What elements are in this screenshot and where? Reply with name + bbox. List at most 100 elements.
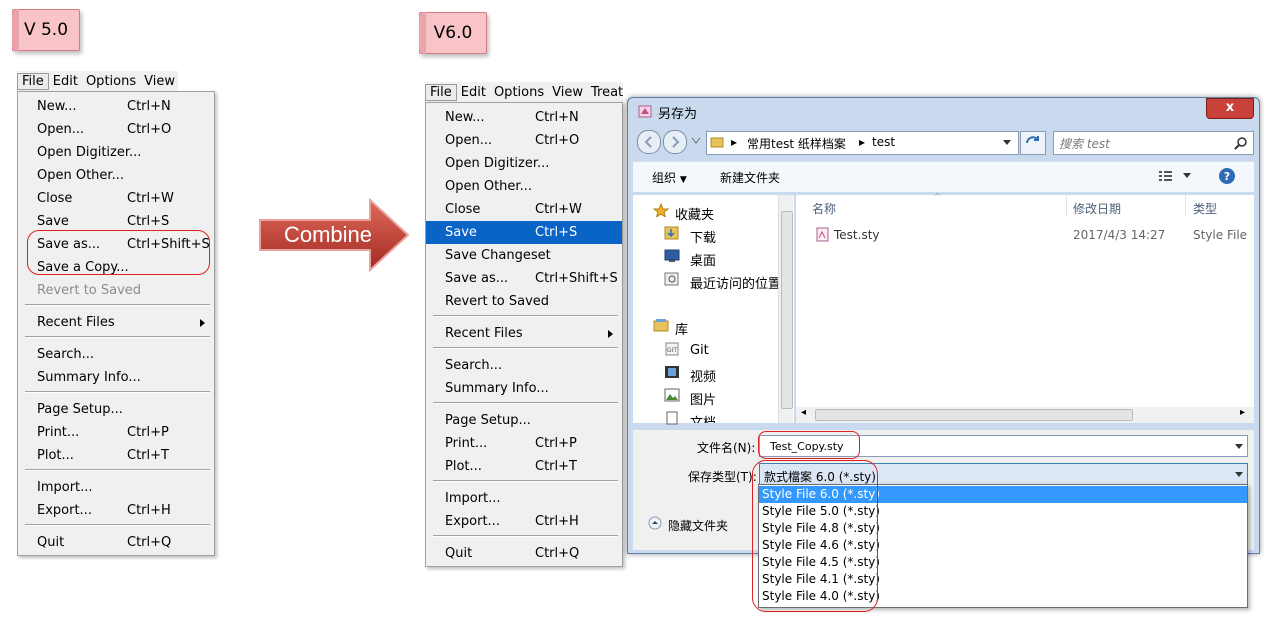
help-icon[interactable]: ? [1218,167,1236,185]
nav-libraries[interactable]: 库 [675,319,688,338]
file-name: Test.sty [834,228,880,242]
search-icon[interactable] [1233,135,1249,151]
back-button[interactable] [637,130,661,154]
v5-menu-item-print[interactable]: Print... Ctrl+P [18,421,214,444]
back-arrow-icon [644,136,652,148]
v6-menu-item-print[interactable]: Print... Ctrl+P [426,432,622,455]
view-dropdown-icon[interactable] [1182,172,1192,180]
v6-menu-item-page-setup[interactable]: Page Setup... [426,409,622,432]
v5-menu-item-shortcut: Ctrl+H [127,503,171,518]
refresh-button[interactable] [1020,131,1046,155]
v5-menu-item-quit[interactable]: Quit Ctrl+Q [18,531,214,554]
v6-menu-item-open[interactable]: Open... Ctrl+O [426,129,622,152]
v5-menu-options[interactable]: Options [82,74,140,89]
breadcrumb-segment-2[interactable]: test [872,135,895,149]
v5-menu-item-search[interactable]: Search... [18,343,214,366]
v6-menu-item-open-other[interactable]: Open Other... [426,175,622,198]
nav-scrollbar-thumb[interactable] [781,211,793,409]
v5-menu-item-shortcut: Ctrl+P [127,425,169,440]
scroll-left-icon[interactable]: ◂ [801,407,806,418]
v6-menu-item-quit[interactable]: Quit Ctrl+Q [426,542,622,565]
v5-menu-view[interactable]: View [140,74,179,89]
v5-menu-item-close[interactable]: Close Ctrl+W [18,187,214,210]
history-dropdown-icon[interactable] [691,137,701,145]
v5-menu-item-shortcut: Ctrl+Q [127,535,172,550]
v6-menu-item-revert-to-saved[interactable]: Revert to Saved [426,290,622,313]
v5-menu-file[interactable]: File [17,72,49,90]
v6-menu-treatment[interactable]: Treatr [587,85,623,100]
v6-menu-item-recent-files[interactable]: Recent Files [426,322,622,345]
v5-menu-item-open[interactable]: Open... Ctrl+O [18,118,214,141]
v6-menu-item-save[interactable]: Save Ctrl+S [426,221,622,244]
address-bar[interactable]: ▸ 常用test 纸样档案 ▸ test [706,131,1019,155]
filename-dropdown-icon[interactable] [1234,443,1244,451]
v5-menu-item-export[interactable]: Export... Ctrl+H [18,499,214,522]
nav-downloads[interactable]: 下载 [690,227,716,246]
breadcrumb-segment-1[interactable]: 常用test 纸样档案 [747,135,846,152]
v5-menu-edit[interactable]: Edit [49,74,82,89]
column-type[interactable]: 类型 [1193,200,1217,217]
nav-videos[interactable]: 视频 [690,366,716,385]
v5-menu-item-plot[interactable]: Plot... Ctrl+T [18,444,214,467]
scroll-right-icon[interactable]: ▸ [1240,407,1245,418]
v5-menu-item-shortcut: Ctrl+S [127,214,170,229]
desktop-icon [664,249,680,262]
v5-menu-item-summary-info[interactable]: Summary Info... [18,366,214,389]
sort-ascending-icon: ^ [934,192,941,201]
v6-menu-view[interactable]: View [548,85,587,100]
v5-menu-item-label: Open Other... [37,168,124,183]
organize-button[interactable]: 组织 ▼ [652,169,687,186]
new-folder-button[interactable]: 新建文件夹 [720,169,780,186]
v6-menu-file[interactable]: File [425,83,457,101]
nav-desktop[interactable]: 桌面 [690,250,716,269]
v6-menu-item-label: Recent Files [445,326,523,341]
app-icon [638,105,652,118]
file-row[interactable]: Test.sty 2017/4/3 14:27 Style File [806,223,1247,245]
v6-menu-item-save-changeset[interactable]: Save Changeset [426,244,622,267]
v5-menu-item-label: Recent Files [37,315,115,330]
hide-folders-button[interactable]: 隐藏文件夹 [668,517,728,534]
v5-menu-item-open-digitizer[interactable]: Open Digitizer... [18,141,214,164]
v5-menu-item-new[interactable]: New... Ctrl+N [18,95,214,118]
v5-menu-item-label: Search... [37,347,95,362]
v6-menu-item-close[interactable]: Close Ctrl+W [426,198,622,221]
v6-menu-item-label: Plot... [445,459,482,474]
close-button[interactable]: x [1206,98,1254,119]
v5-menu-item-shortcut: Ctrl+N [127,99,171,114]
nav-git[interactable]: Git [690,343,709,358]
search-input[interactable]: 搜索 test [1053,131,1254,155]
nav-favorites[interactable]: 收藏夹 [675,204,714,223]
v6-menu-item-shortcut: Ctrl+W [535,202,582,217]
collapse-up-icon[interactable] [648,516,662,530]
savetype-dropdown-icon[interactable] [1234,471,1244,479]
v6-menu-item-label: Search... [445,358,503,373]
v6-menu-item-new[interactable]: New... Ctrl+N [426,106,622,129]
column-date[interactable]: 修改日期 [1073,200,1121,217]
v5-menu-item-import[interactable]: Import... [18,476,214,499]
v5-menu-item-revert-to-saved[interactable]: Revert to Saved [18,279,214,302]
v6-menu-item-search[interactable]: Search... [426,354,622,377]
h-scrollbar-thumb[interactable] [815,409,1133,421]
v6-menu-item-save-as[interactable]: Save as... Ctrl+Shift+S [426,267,622,290]
v6-menu-item-plot[interactable]: Plot... Ctrl+T [426,455,622,478]
column-name[interactable]: 名称 [812,200,836,217]
nav-scrollbar[interactable] [778,195,793,423]
nav-recent[interactable]: 最近访问的位置 [690,273,781,292]
v5-menu-item-page-setup[interactable]: Page Setup... [18,398,214,421]
v6-menu-item-label: Close [445,202,481,217]
v5-menu-item-open-other[interactable]: Open Other... [18,164,214,187]
v5-menu-item-recent-files[interactable]: Recent Files [18,311,214,334]
v6-menu-options[interactable]: Options [490,85,548,100]
v6-menu-edit[interactable]: Edit [457,85,490,100]
nav-documents[interactable]: 文档 [690,412,716,423]
h-scrollbar[interactable]: ◂ ▸ [796,407,1254,423]
v6-menu-item-summary-info[interactable]: Summary Info... [426,377,622,400]
nav-pictures[interactable]: 图片 [690,389,716,408]
address-dropdown-icon[interactable] [1002,139,1012,147]
v6-menu-item-import[interactable]: Import... [426,487,622,510]
forward-button[interactable] [663,130,687,154]
v6-menu-item-open-digitizer[interactable]: Open Digitizer... [426,152,622,175]
v6-menu-item-label: New... [445,110,485,125]
v6-menu-item-export[interactable]: Export... Ctrl+H [426,510,622,533]
view-options-icon[interactable] [1158,169,1174,183]
